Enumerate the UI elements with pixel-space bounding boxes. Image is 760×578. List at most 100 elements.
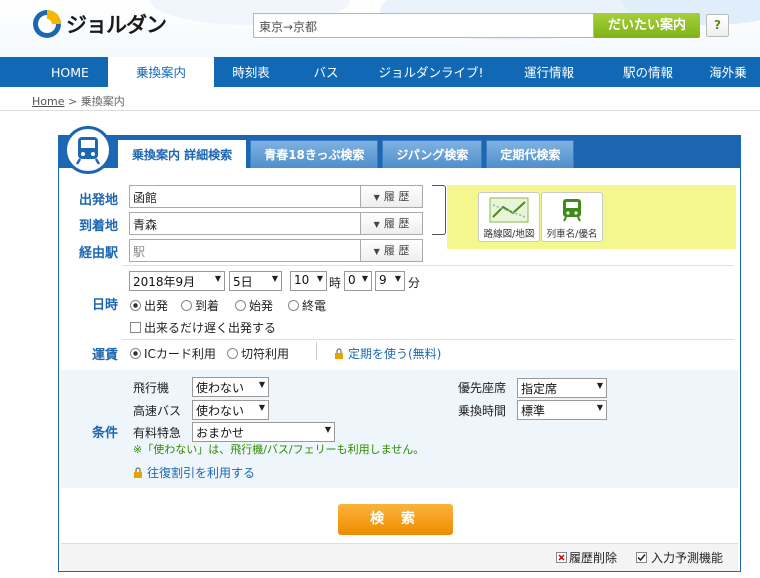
from-history-button[interactable]: ▼ 履 歴 xyxy=(360,185,423,208)
ic-card-label: ICカード利用 xyxy=(144,347,216,361)
seat-select[interactable]: 指定席 xyxy=(517,378,607,398)
late-departure-label: 出来るだけ遅く出発する xyxy=(144,321,277,335)
radio-off xyxy=(235,300,246,311)
year-month-select[interactable]: 2018年9月 xyxy=(129,271,225,291)
route-map-label: 路線図/地図 xyxy=(483,229,535,240)
day-select[interactable]: 5日 xyxy=(229,271,282,291)
tab-detail-search[interactable]: 乗換案内 詳細検索 xyxy=(118,140,247,170)
from-history-label: 履 歴 xyxy=(383,190,410,203)
nav-status[interactable]: 運行情報 xyxy=(498,57,600,87)
minute-unit: 分 xyxy=(408,276,421,290)
minute-ones-select[interactable]: 9 xyxy=(375,271,405,291)
transfer-label: 乗換時間 xyxy=(458,404,507,418)
train-small-icon xyxy=(563,199,581,222)
breadcrumb-current: 乗換案内 xyxy=(80,95,125,108)
logo-icon xyxy=(33,10,61,38)
ticket-radio[interactable]: 切符利用 xyxy=(227,345,289,362)
last-train-radio[interactable]: 終電 xyxy=(288,297,326,314)
route-map-button[interactable]: 路線図/地図 xyxy=(478,192,540,242)
hour-select[interactable]: 10 xyxy=(290,271,327,291)
radio-off xyxy=(227,348,238,359)
arrival-label: 到着 xyxy=(195,299,220,313)
help-button[interactable]: ? xyxy=(706,14,729,37)
via-input[interactable]: 駅 xyxy=(129,239,361,262)
train-icon xyxy=(75,137,101,165)
to-history-label: 履 歴 xyxy=(383,217,410,230)
search-tabs: 乗換案内 詳細検索 青春18きっぷ検索 ジパング検索 定期代検索 xyxy=(118,140,578,170)
breadcrumb-home[interactable]: Home xyxy=(32,95,64,108)
breadcrumb-sep: > xyxy=(67,95,78,108)
to-input[interactable]: 青森 xyxy=(129,212,361,235)
roundtrip-discount-link[interactable]: 往復割引を利用する xyxy=(133,464,255,481)
lock-icon xyxy=(134,467,142,478)
nav-overseas[interactable]: 海外乗 xyxy=(696,57,760,87)
lock-icon xyxy=(335,348,343,359)
via-history-button[interactable]: ▼ 履 歴 xyxy=(360,239,423,262)
logo-text: ジョルダン xyxy=(66,13,167,37)
conditions-label: 条件 xyxy=(91,426,118,441)
from-label: 出発地 xyxy=(78,193,118,208)
row-divider xyxy=(122,265,734,266)
input-prediction-checkbox[interactable]: 入力予測機能 xyxy=(636,549,723,566)
last-train-label: 終電 xyxy=(302,299,327,313)
datetime-label: 日時 xyxy=(91,298,118,313)
to-history-button[interactable]: ▼ 履 歴 xyxy=(360,212,423,235)
swap-button[interactable] xyxy=(432,185,446,235)
hour-unit: 時 xyxy=(329,276,342,290)
seat-label: 優先座席 xyxy=(458,381,507,395)
radio-off xyxy=(288,300,299,311)
main-nav: HOME 乗換案内 時刻表 バス ジョルダンライブ! 運行情報 駅の情報 海外乗 xyxy=(0,57,760,87)
search-input[interactable]: 東京→京都 xyxy=(253,13,594,38)
nav-home[interactable]: HOME xyxy=(32,57,108,87)
nav-station[interactable]: 駅の情報 xyxy=(600,57,696,87)
flight-select[interactable]: 使わない xyxy=(192,377,269,397)
submit-search-button[interactable]: 検 索 xyxy=(338,504,453,535)
fare-label: 運賃 xyxy=(91,348,118,363)
nav-transit[interactable]: 乗換案内 xyxy=(108,57,214,87)
tab-seishun18[interactable]: 青春18きっぷ検索 xyxy=(250,140,379,168)
conditions-note: ※「使わない」は、飛行機/バス/フェリーも利用しません。 xyxy=(133,443,425,456)
express-label: 有料特急 xyxy=(133,426,182,440)
route-map-icon xyxy=(489,197,529,223)
row-divider xyxy=(122,339,734,340)
train-name-label: 列車名/優名 xyxy=(546,229,598,240)
late-departure-checkbox[interactable]: 出来るだけ遅く出発する xyxy=(130,319,276,336)
divider xyxy=(0,110,760,111)
radio-on xyxy=(130,348,141,359)
first-train-label: 始発 xyxy=(249,299,274,313)
nav-bus[interactable]: バス xyxy=(288,57,364,87)
from-input[interactable]: 函館 xyxy=(129,185,361,208)
search-button[interactable]: だいたい案内 xyxy=(594,13,700,38)
ic-card-radio[interactable]: ICカード利用 xyxy=(130,345,216,362)
express-select[interactable]: おまかせ xyxy=(192,422,335,442)
tab-zipangu[interactable]: ジパング検索 xyxy=(382,140,483,168)
bus-select[interactable]: 使わない xyxy=(192,400,269,420)
delete-history-link[interactable]: 履歴削除 xyxy=(556,549,617,566)
flight-label: 飛行機 xyxy=(133,381,170,395)
train-badge xyxy=(64,126,112,174)
transfer-select[interactable]: 標準 xyxy=(517,400,607,420)
departure-radio[interactable]: 出発 xyxy=(130,297,168,314)
checkbox-checked-icon xyxy=(636,552,647,563)
delete-history-label: 履歴削除 xyxy=(569,551,618,565)
site-logo[interactable]: ジョルダン xyxy=(32,9,167,39)
input-prediction-label: 入力予測機能 xyxy=(651,551,724,565)
breadcrumb: Home > 乗換案内 xyxy=(32,93,125,109)
commuter-pass-label: 定期を使う(無料) xyxy=(348,347,442,361)
minute-tens-select[interactable]: 0 xyxy=(344,271,372,291)
nav-timetable[interactable]: 時刻表 xyxy=(214,57,288,87)
train-name-button[interactable]: 列車名/優名 xyxy=(541,192,603,242)
delete-icon xyxy=(556,552,567,563)
via-history-label: 履 歴 xyxy=(383,244,410,257)
commuter-pass-link[interactable]: 定期を使う(無料) xyxy=(334,345,441,362)
first-train-radio[interactable]: 始発 xyxy=(235,297,273,314)
radio-on xyxy=(130,300,141,311)
arrival-radio[interactable]: 到着 xyxy=(181,297,219,314)
via-label: 経由駅 xyxy=(78,246,118,261)
departure-label: 出発 xyxy=(144,299,169,313)
bus-label: 高速バス xyxy=(133,404,182,418)
tab-commuter[interactable]: 定期代検索 xyxy=(486,140,575,168)
to-label: 到着地 xyxy=(78,219,118,234)
nav-live[interactable]: ジョルダンライブ! xyxy=(364,57,498,87)
